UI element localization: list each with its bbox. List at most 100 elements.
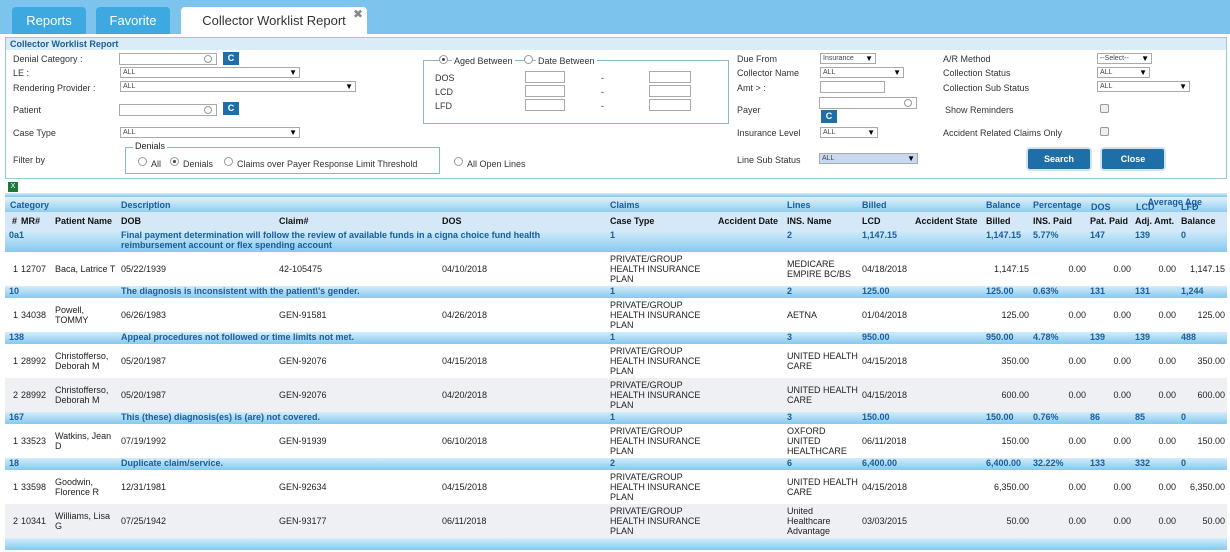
denials-radio[interactable] bbox=[170, 157, 179, 166]
clear-patient-button[interactable]: C bbox=[223, 102, 239, 115]
payer-input[interactable] bbox=[819, 97, 917, 109]
adj-amt: 0.00 bbox=[1158, 516, 1176, 526]
date-between-radio[interactable] bbox=[524, 55, 533, 64]
lfd-to-input[interactable] bbox=[649, 99, 691, 111]
collector-name-select[interactable]: ALL bbox=[820, 67, 904, 78]
balance: 1,147.15 bbox=[1189, 264, 1225, 274]
ar-method-select[interactable]: --Select-- bbox=[1097, 53, 1152, 64]
group-age-lfd: 0 bbox=[1181, 458, 1187, 468]
row-number: 2 bbox=[12, 390, 18, 400]
dos-to-input[interactable] bbox=[649, 71, 691, 83]
group-lines-count: 2 bbox=[787, 286, 793, 296]
patient-input[interactable] bbox=[119, 104, 217, 116]
all-open-lines-label: All Open Lines bbox=[467, 159, 526, 169]
lcd: 04/18/2018 bbox=[862, 264, 908, 274]
group-claims-count: 1 bbox=[610, 230, 616, 240]
due-from-label: Due From bbox=[737, 54, 778, 64]
group-age-lcd: 139 bbox=[1135, 332, 1151, 342]
category-header: Category bbox=[10, 199, 50, 210]
search-icon[interactable] bbox=[204, 55, 212, 63]
dos: 06/10/2018 bbox=[442, 436, 488, 446]
billed: 350.00 bbox=[1001, 356, 1029, 366]
group-age-lfd: 0 bbox=[1181, 412, 1187, 422]
insurance-level-label: Insurance Level bbox=[737, 128, 801, 138]
group-claims-count: 1 bbox=[610, 286, 616, 296]
lfd-from-input[interactable] bbox=[525, 99, 565, 111]
category-code: 138 bbox=[9, 332, 25, 342]
all-radio[interactable] bbox=[138, 157, 147, 166]
patient-label: Patient bbox=[13, 105, 42, 115]
table-column-header: # MR# Patient Name DOB Claim# DOS Case Type Acc… bbox=[5, 212, 1227, 230]
table-row: 1 33523 Watkins, Jean D 07/19/1992 GEN-91939… bbox=[5, 424, 1227, 458]
clear-payer-button[interactable]: C bbox=[821, 110, 837, 123]
mr-number: 33523 bbox=[21, 436, 47, 446]
rendering-provider-select[interactable]: ALL bbox=[120, 81, 356, 92]
collection-sub-status-select[interactable]: ALL bbox=[1097, 81, 1190, 92]
all-open-lines-radio[interactable] bbox=[454, 157, 463, 166]
table-row: 1 34038 Powell, TOMMY 06/26/1983 GEN-91581 04… bbox=[5, 298, 1227, 332]
lcd: 04/15/2018 bbox=[862, 356, 908, 366]
search-icon[interactable] bbox=[204, 106, 212, 114]
category-group-row: 167 This (these) diagnosis(es) is (are) n… bbox=[5, 412, 1227, 424]
claims-threshold-radio[interactable] bbox=[224, 157, 233, 166]
lcd-to-input[interactable] bbox=[649, 85, 691, 97]
accident-date-header: Accident Date bbox=[718, 216, 779, 226]
row-number: 1 bbox=[12, 356, 18, 366]
adj-amt: 0.00 bbox=[1158, 436, 1176, 446]
excel-export-icon[interactable]: X bbox=[8, 182, 18, 192]
collector-name-label: Collector Name bbox=[737, 68, 800, 78]
case-type: PRIVATE/GROUP HEALTH INSURANCE PLAN bbox=[610, 506, 701, 536]
denial-category-label: Denial Category : bbox=[13, 54, 83, 64]
balance: 350.00 bbox=[1197, 356, 1225, 366]
group-balance: 125.00 bbox=[986, 286, 1014, 296]
ins-name: United Healthcare Advantage bbox=[787, 506, 831, 536]
ins-name: UNITED HEALTH CARE bbox=[787, 477, 858, 497]
table-row: 1 12707 Baca, Latrice T 05/22/1939 42-105475… bbox=[5, 252, 1227, 286]
search-icon[interactable] bbox=[904, 99, 912, 107]
line-sub-status-select[interactable]: ALL bbox=[819, 153, 918, 164]
row-number: 1 bbox=[12, 310, 18, 320]
case-type: PRIVATE/GROUP HEALTH INSURANCE PLAN bbox=[610, 346, 701, 376]
clear-denial-category-button[interactable]: C bbox=[223, 52, 239, 65]
amt-label: Amt > : bbox=[737, 83, 766, 93]
category-group-row bbox=[5, 538, 1227, 550]
group-percentage: 5.77% bbox=[1033, 230, 1059, 240]
patient-name-header: Patient Name bbox=[55, 216, 113, 226]
row-number: 1 bbox=[12, 482, 18, 492]
group-balance: 150.00 bbox=[986, 412, 1014, 422]
category-group-row: 18 Duplicate claim/service. 2 6 6,400.00 6,40… bbox=[5, 458, 1227, 470]
ar-method-label: A/R Method bbox=[943, 54, 991, 64]
close-icon[interactable]: ✖ bbox=[353, 1, 363, 28]
dos-from-input[interactable] bbox=[525, 71, 565, 83]
claims-header: Claims bbox=[610, 199, 640, 210]
case-type-header: Case Type bbox=[610, 216, 655, 226]
category-description: Appeal procedures not followed or time l… bbox=[121, 332, 355, 342]
tab-favorite[interactable]: Favorite bbox=[96, 7, 170, 34]
insurance-level-select[interactable]: ALL bbox=[820, 127, 878, 138]
tab-reports[interactable]: Reports bbox=[12, 7, 86, 34]
amt-input[interactable] bbox=[820, 81, 885, 93]
group-age-lfd: 488 bbox=[1181, 332, 1197, 342]
claim-number: GEN-91581 bbox=[279, 310, 327, 320]
description-header: Description bbox=[121, 199, 171, 210]
close-button[interactable]: Close bbox=[1102, 149, 1164, 169]
show-reminders-checkbox[interactable] bbox=[1100, 104, 1109, 113]
collection-status-select[interactable]: ALL bbox=[1097, 67, 1150, 78]
accident-related-checkbox[interactable] bbox=[1100, 127, 1109, 136]
aged-between-radio[interactable] bbox=[439, 55, 448, 64]
due-from-select[interactable]: Insurance bbox=[820, 53, 876, 64]
tab-collector-worklist-report[interactable]: Collector Worklist Report ✖ bbox=[181, 7, 367, 34]
group-age-dos: 147 bbox=[1090, 230, 1106, 240]
tab-label: Collector Worklist Report bbox=[202, 13, 346, 28]
group-lines-count: 6 bbox=[787, 458, 793, 468]
denial-category-input[interactable] bbox=[119, 53, 217, 65]
group-balance: 6,400.00 bbox=[986, 458, 1022, 468]
group-billed: 125.00 bbox=[862, 286, 890, 296]
lcd: 03/03/2015 bbox=[862, 516, 908, 526]
dash: - bbox=[601, 101, 604, 111]
lcd-from-input[interactable] bbox=[525, 85, 565, 97]
le-select[interactable]: ALL bbox=[120, 67, 300, 78]
case-type-select[interactable]: ALL bbox=[120, 127, 300, 138]
search-button[interactable]: Search bbox=[1028, 149, 1090, 169]
tab-bar: Reports Favorite Collector Worklist Repo… bbox=[0, 0, 1230, 34]
